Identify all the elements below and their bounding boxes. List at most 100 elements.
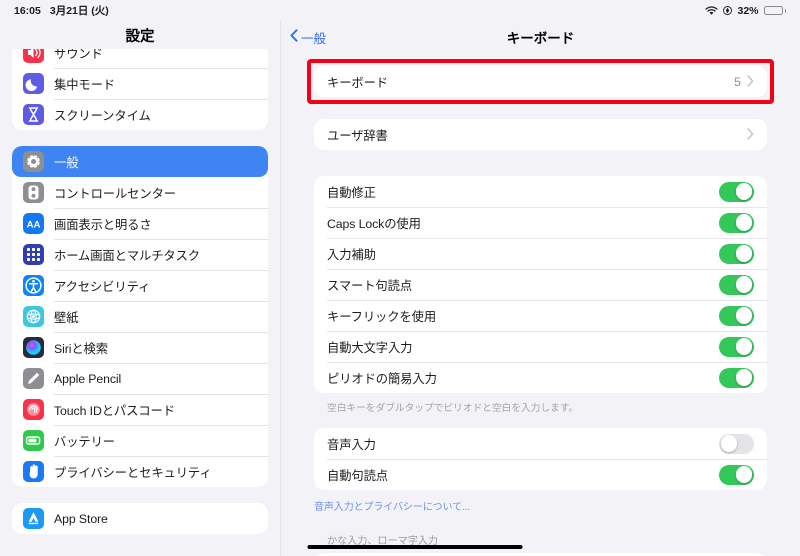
sidebar-item-1[interactable]: 集中モード <box>12 68 268 99</box>
toggle-knob <box>735 466 753 483</box>
sidebar-item-0[interactable]: サウンド <box>12 49 268 68</box>
home-screen-icon <box>23 244 44 265</box>
toggle-row[interactable]: 自動修正 <box>314 176 767 207</box>
sidebar-item-0-selected[interactable]: 一般 <box>12 146 268 177</box>
accessibility-icon <box>23 275 44 296</box>
toggle-row[interactable]: 入力補助 <box>314 238 767 269</box>
detail-scroll-area[interactable]: キーボード 5 ユーザ辞書 自動修正 Caps Lockの使用 入力補助 スマー… <box>281 53 800 556</box>
toggle-row[interactable]: スマート句読点 <box>314 269 767 300</box>
sidebar-item-label: ホーム画面とマルチタスク <box>54 248 200 263</box>
sidebar-scroll-area[interactable]: サウンド集中モードスクリーンタイム 一般コントロールセンター AA 画面表示と明るさホ… <box>0 49 280 556</box>
battery-icon <box>23 430 44 451</box>
sidebar-item-3[interactable]: ホーム画面とマルチタスク <box>12 239 268 270</box>
status-bar-left: 16:05 3月21日 (火) <box>14 3 109 18</box>
toggle-switch-on[interactable] <box>719 367 754 388</box>
sidebar-item-label: 集中モード <box>54 77 115 92</box>
sidebar-item-8[interactable]: Touch IDとパスコード <box>12 394 268 425</box>
keyboards-row[interactable]: キーボード 5 <box>314 66 767 97</box>
battery-indicator <box>763 5 786 16</box>
toggle-row-label: 入力補助 <box>327 247 376 262</box>
toggle-switch-on[interactable] <box>719 464 754 485</box>
detail-nav-bar: 一般 キーボード <box>281 21 800 53</box>
moon-icon <box>23 73 44 94</box>
keyboards-card: キーボード 5 <box>314 66 767 97</box>
status-date: 3月21日 (火) <box>49 5 109 17</box>
toggle-row[interactable]: キーフリックを使用 <box>314 300 767 331</box>
chevron-left-icon <box>290 29 298 45</box>
toggle-knob <box>720 435 738 452</box>
battery-percent-label: 32% <box>737 4 759 17</box>
ipad-settings-screen: 16:05 3月21日 (火) 32% 設定 サウンド 集中モード スクリーンタ… <box>0 0 800 556</box>
toggle-row-label: 自動大文字入力 <box>327 340 413 355</box>
toggle-row[interactable]: 音声入力 <box>314 428 767 459</box>
status-bar-right: 32% <box>705 5 786 17</box>
keyboards-row-highlight: キーボード 5 <box>307 59 774 104</box>
toggle-row-label: ピリオドの簡易入力 <box>327 371 437 386</box>
page-title: キーボード <box>506 31 575 46</box>
sidebar-group: 一般コントロールセンター AA 画面表示と明るさホーム画面とマルチタスクアクセシビリ… <box>12 146 268 487</box>
toggle-switch-on[interactable] <box>719 336 754 357</box>
sidebar-item-9[interactable]: バッテリー <box>12 425 268 456</box>
toggle-switch-on[interactable] <box>719 181 754 202</box>
sidebar-item-6[interactable]: Siriと検索 <box>12 332 268 363</box>
keyboards-row-label: キーボード <box>327 75 388 90</box>
sidebar-title: 設定 <box>125 28 155 45</box>
control-center-icon <box>23 182 44 203</box>
toggle-row[interactable]: 自動大文字入力 <box>314 331 767 362</box>
sidebar-item-10[interactable]: プライバシーとセキュリティ <box>12 456 268 487</box>
user-dictionary-row-label: ユーザ辞書 <box>327 128 388 143</box>
sidebar-item-label: 画面表示と明るさ <box>54 217 152 232</box>
settings-sidebar: 設定 サウンド集中モードスクリーンタイム 一般コントロールセンター AA 画面表示と明… <box>0 21 280 556</box>
sidebar-item-1[interactable]: コントロールセンター <box>12 177 268 208</box>
toggle-knob <box>735 183 753 200</box>
keyboard-detail-panel: 一般 キーボード キーボード 5 ユーザ辞書 自動修正 Caps Lockの使用… <box>280 21 800 556</box>
sidebar-item-7[interactable]: Apple Pencil <box>12 363 268 394</box>
typing-settings-card: 自動修正 Caps Lockの使用 入力補助スマート句読点キーフリックを使用 自動大文… <box>314 176 767 393</box>
wallpaper-icon <box>23 306 44 327</box>
sidebar-item-label: スクリーンタイム <box>54 108 151 123</box>
sidebar-item-0[interactable]: App Store <box>12 503 268 534</box>
toggle-knob <box>735 338 753 355</box>
sidebar-item-label: 一般 <box>54 155 79 170</box>
sidebar-item-label: サウンド <box>54 49 103 61</box>
toggle-switch-on[interactable] <box>719 212 754 233</box>
user-dictionary-row[interactable]: ユーザ辞書 <box>314 119 767 150</box>
sidebar-item-label: コントロールセンター <box>54 186 176 201</box>
pencil-icon <box>23 368 44 389</box>
toggle-row-label: 自動修正 <box>327 185 376 200</box>
toggle-switch-on[interactable] <box>719 305 754 326</box>
toggle-knob <box>735 276 753 293</box>
dictation-privacy-link[interactable]: 音声入力とプライバシーについて... <box>314 498 767 513</box>
sidebar-item-4[interactable]: アクセシビリティ <box>12 270 268 301</box>
keyboards-row-value: 5 <box>734 74 741 89</box>
toggle-row-label: キーフリックを使用 <box>327 309 437 324</box>
siri-icon <box>23 337 44 358</box>
toggle-row[interactable]: Caps Lockの使用 <box>314 207 767 238</box>
svg-text:AA: AA <box>27 220 41 231</box>
toggle-knob <box>735 369 753 386</box>
toggle-row[interactable]: 自動句読点 <box>314 459 767 490</box>
touch-id-icon <box>23 399 44 420</box>
home-indicator <box>307 545 523 549</box>
sidebar-item-5[interactable]: 壁紙 <box>12 301 268 332</box>
status-bar: 16:05 3月21日 (火) 32% <box>0 0 800 21</box>
sidebar-item-2[interactable]: スクリーンタイム <box>12 99 268 130</box>
display-brightness-icon: AA <box>23 213 44 234</box>
back-button[interactable]: 一般 <box>290 28 326 47</box>
toggle-row-label: Caps Lockの使用 <box>327 216 421 231</box>
gear-icon <box>23 151 44 172</box>
toggle-row[interactable]: ピリオドの簡易入力 <box>314 362 767 393</box>
chevron-right-icon <box>747 127 754 142</box>
app-store-icon <box>23 508 44 529</box>
location-icon <box>723 6 733 15</box>
chevron-right-icon <box>747 74 754 89</box>
toggle-switch-on[interactable] <box>719 274 754 295</box>
toggle-switch-on[interactable] <box>719 243 754 264</box>
toggle-row-label: スマート句読点 <box>327 278 413 293</box>
toggle-switch-off[interactable] <box>719 433 754 454</box>
status-time: 16:05 <box>14 4 41 17</box>
sidebar-group: サウンド集中モードスクリーンタイム <box>12 49 268 130</box>
sidebar-item-label: Siriと検索 <box>54 341 108 356</box>
sidebar-item-2[interactable]: AA 画面表示と明るさ <box>12 208 268 239</box>
sidebar-item-label: プライバシーとセキュリティ <box>54 465 212 480</box>
